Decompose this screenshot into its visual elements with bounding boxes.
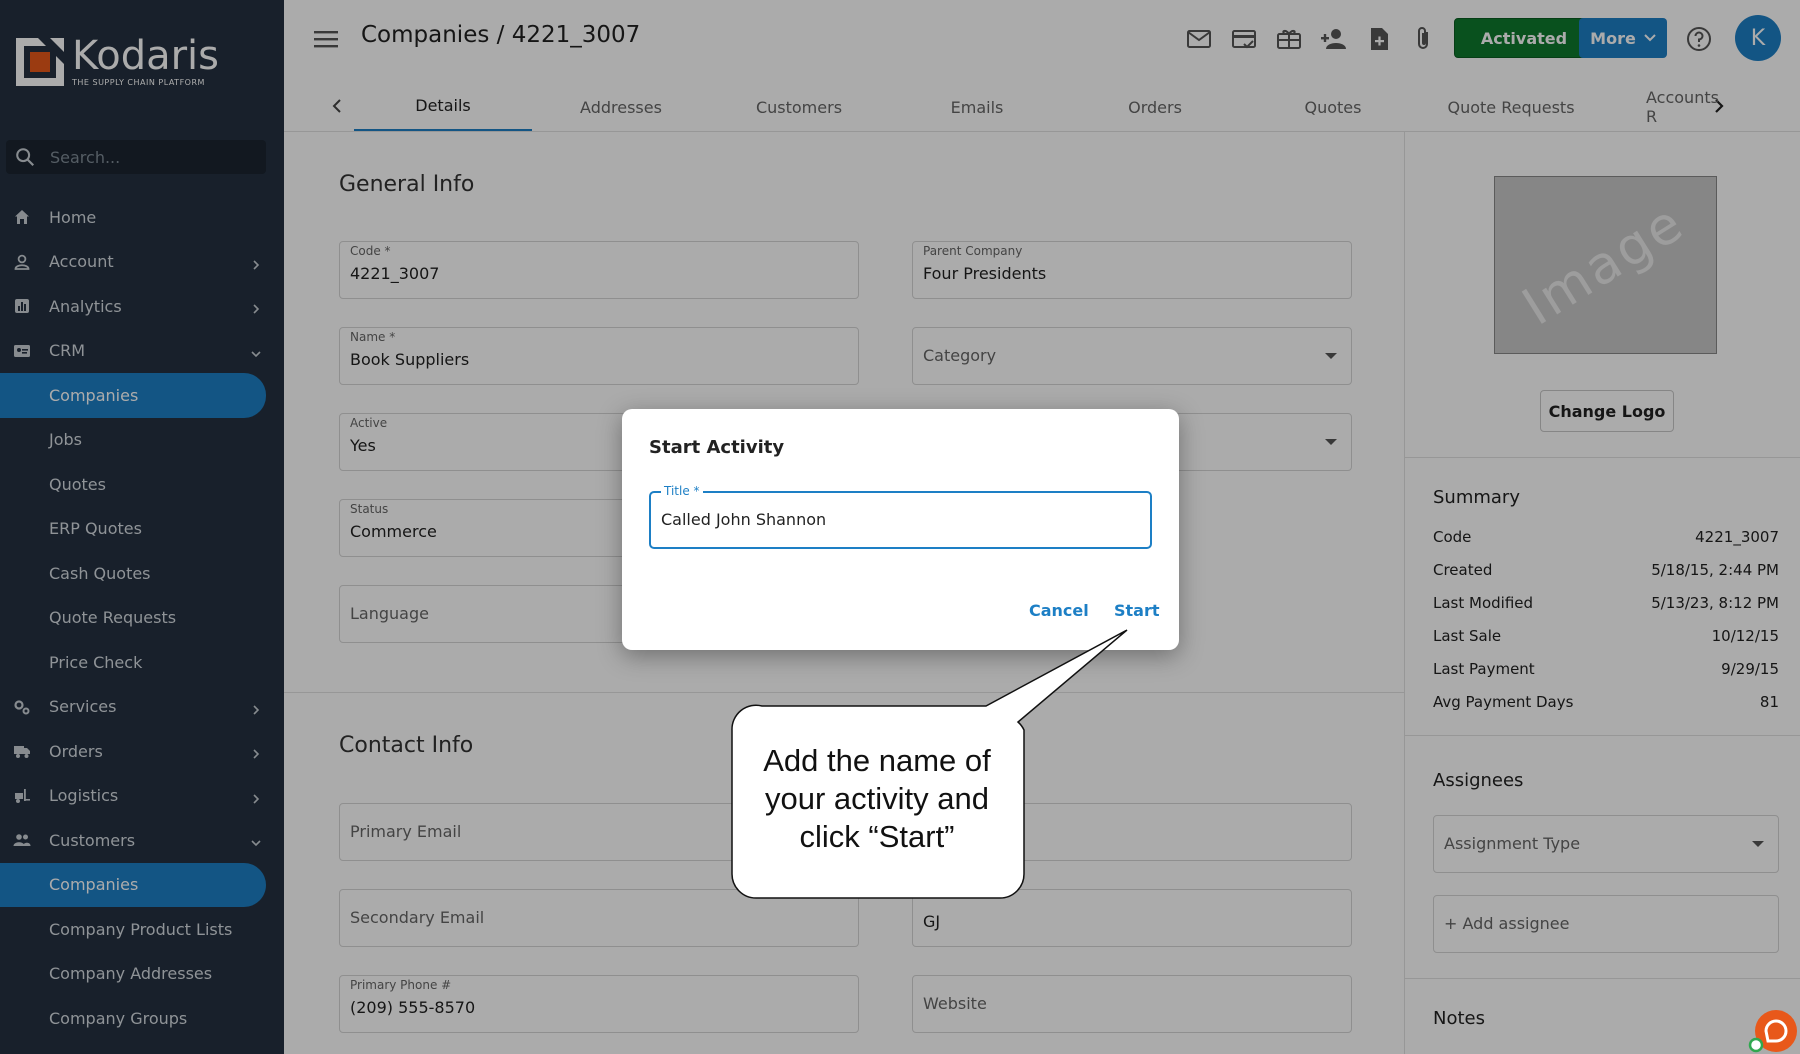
cancel-button[interactable]: Cancel: [1029, 601, 1089, 620]
callout-text: Add the name of your activity and click …: [763, 743, 991, 854]
start-activity-dialog: Start Activity Title * Cancel Start: [622, 409, 1179, 650]
dialog-title: Start Activity: [649, 437, 785, 458]
activity-title-field: Title *: [649, 484, 1152, 549]
activity-title-input[interactable]: [661, 510, 1131, 529]
activity-title-label: Title *: [661, 484, 703, 498]
chat-support-icon[interactable]: [1748, 1003, 1798, 1053]
start-button[interactable]: Start: [1114, 601, 1160, 620]
